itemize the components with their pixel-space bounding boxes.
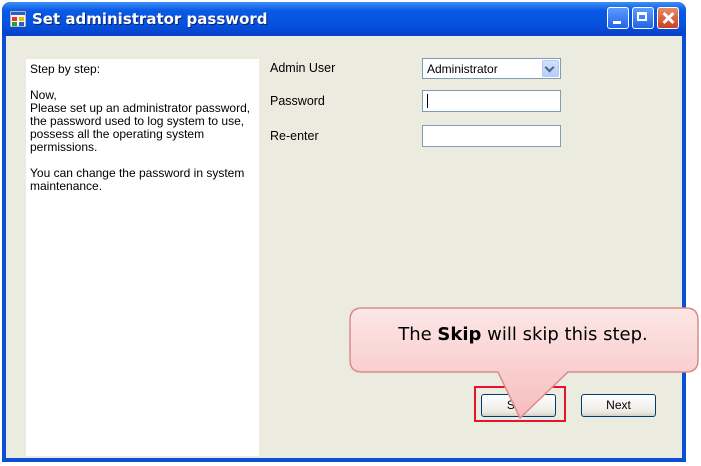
text-caret: [427, 94, 428, 108]
reenter-password-field[interactable]: [422, 125, 561, 147]
callout-prefix: The: [398, 324, 438, 345]
close-icon[interactable]: [657, 7, 679, 29]
maximize-icon[interactable]: [632, 7, 654, 29]
minimize-icon[interactable]: [607, 7, 629, 29]
password-label: Password: [270, 94, 325, 108]
app-icon: [10, 11, 26, 27]
title-bar[interactable]: Set administrator password: [2, 2, 686, 36]
instructions-text: Now, Please set up an administrator pass…: [30, 88, 251, 154]
callout-bold: Skip: [437, 324, 482, 345]
admin-user-value: Administrator: [427, 62, 498, 76]
instructions-heading: Step by step:: [30, 62, 101, 76]
callout-suffix: will skip this step.: [481, 324, 648, 345]
callout-text: The Skip will skip this step.: [358, 324, 688, 345]
instructions-note: You can change the password in system ma…: [30, 166, 245, 193]
dropdown-arrow-icon[interactable]: [542, 60, 559, 77]
reenter-label: Re-enter: [270, 129, 319, 143]
admin-user-select[interactable]: Administrator: [422, 58, 561, 79]
password-field[interactable]: [422, 90, 561, 112]
window-title: Set administrator password: [32, 10, 268, 28]
admin-user-label: Admin User: [270, 61, 336, 75]
instructions-panel: Step by step: Now, Please set up an admi…: [26, 59, 259, 456]
